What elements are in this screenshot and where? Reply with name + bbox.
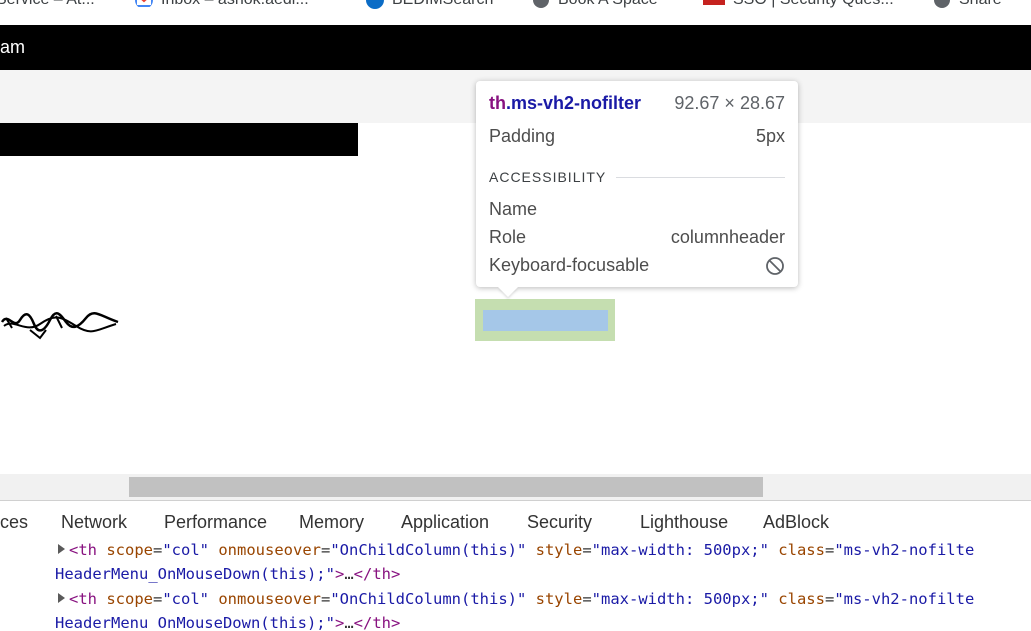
code-tag: <th: [69, 590, 97, 608]
dom-node-line[interactable]: <th scope="col" onmouseover="OnChildColu…: [58, 541, 974, 562]
red-logo-icon: [703, 0, 725, 5]
sharepoint-icon: [366, 0, 384, 9]
code-value: HeaderMenu_OnMouseDown(this);": [55, 614, 335, 631]
bookmark-item[interactable]: Inbox – ashok.aedi...: [135, 0, 309, 12]
section-divider: [616, 176, 785, 178]
tooltip-header: th.ms-vh2-nofilter 92.67 × 28.67: [489, 93, 785, 114]
accessibility-heading: ACCESSIBILITY: [489, 169, 607, 185]
not-allowed-icon: [766, 256, 784, 275]
bookmark-label: Inbox – ashok.aedi...: [161, 0, 309, 9]
code-attr: class: [768, 590, 825, 608]
dom-node-line-continuation: HeaderMenu_OnMouseDown(this);">…</th>: [55, 611, 400, 631]
code-value: "OnChildColumn(this)": [330, 541, 527, 559]
dom-node-line[interactable]: <th scope="col" onmouseover="OnChildColu…: [58, 587, 974, 611]
bookmark-item[interactable]: Service – At...: [0, 0, 95, 12]
code-eq: =: [582, 541, 592, 559]
element-class: .ms-vh2-nofilter: [506, 93, 642, 113]
code-ellipsis[interactable]: …: [344, 614, 353, 631]
element-highlight-content: [483, 310, 608, 331]
code-attr: style: [526, 541, 583, 559]
code-attr: onmouseover: [209, 590, 321, 608]
tab-performance[interactable]: Performance: [164, 512, 267, 533]
code-value: "ms-vh2-nofilte: [834, 541, 975, 559]
redacted-block: [0, 123, 358, 156]
code-attr: scope: [97, 541, 153, 559]
bookmark-item[interactable]: Share: [933, 0, 1002, 12]
expand-triangle-icon[interactable]: [58, 592, 65, 603]
bookmark-item[interactable]: Book A Space: [532, 0, 658, 12]
tab-adblock[interactable]: AdBlock: [763, 512, 829, 533]
devtools-tabbar: ces Network Performance Memory Applicati…: [0, 500, 1031, 542]
code-value: "OnChildColumn(this)": [330, 590, 527, 608]
tooltip-arrow: [498, 287, 518, 297]
code-tag: >: [334, 614, 345, 631]
keyboard-focusable-row: Keyboard-focusable: [489, 255, 785, 276]
keyboard-focusable-label: Keyboard-focusable: [489, 255, 650, 275]
element-selector: th.ms-vh2-nofilter: [489, 93, 641, 114]
code-attr: style: [526, 590, 583, 608]
dom-node-line-continuation: HeaderMenu_OnMouseDown(this);">…</th>: [55, 562, 400, 586]
app-title: am: [0, 37, 26, 57]
role-row: Role columnheader: [489, 227, 785, 248]
elements-tree: <th scope="col" onmouseover="OnChildColu…: [0, 541, 1031, 631]
name-row: Name: [489, 199, 785, 220]
expand-triangle-icon[interactable]: [58, 543, 65, 554]
code-eq: =: [153, 590, 163, 608]
code-eq: =: [321, 590, 331, 608]
horizontal-scrollbar[interactable]: [0, 474, 1031, 500]
role-label: Role: [489, 227, 527, 247]
tab-memory[interactable]: Memory: [299, 512, 364, 533]
role-value: columnheader: [670, 227, 785, 247]
code-attr: scope: [97, 590, 153, 608]
code-value: "max-width: 500px;": [591, 590, 769, 608]
code-eq: =: [582, 590, 592, 608]
globe-icon: [533, 0, 549, 8]
bookmark-label: SSO | Security Ques...: [733, 0, 894, 9]
bookmark-item[interactable]: SSO | Security Ques...: [703, 0, 894, 12]
code-attr: class: [768, 541, 825, 559]
bookmark-item[interactable]: BEDIMSearch: [366, 0, 493, 12]
code-tag: </th>: [353, 565, 401, 583]
inspect-tooltip: th.ms-vh2-nofilter 92.67 × 28.67 Padding…: [476, 81, 798, 287]
code-value: HeaderMenu_OnMouseDown(this);": [55, 565, 335, 583]
code-tag: </th>: [353, 614, 401, 631]
tab-security[interactable]: Security: [527, 512, 592, 533]
bookmark-label: Share: [959, 0, 1002, 9]
code-ellipsis[interactable]: …: [344, 565, 353, 583]
tab-network[interactable]: Network: [61, 512, 127, 533]
name-label: Name: [489, 199, 538, 219]
code-value: "col": [162, 541, 210, 559]
app-header: am: [0, 25, 1031, 70]
code-eq: =: [153, 541, 163, 559]
bookmark-label: Service – At...: [0, 0, 95, 9]
code-value: "ms-vh2-nofilte: [834, 590, 975, 608]
code-eq: =: [321, 541, 331, 559]
bookmark-label: BEDIMSearch: [392, 0, 493, 9]
padding-label: Padding: [489, 126, 556, 146]
accessibility-section: ACCESSIBILITY: [489, 169, 785, 185]
code-eq: =: [824, 590, 835, 608]
bookmarks-bar: Service – At... Inbox – ashok.aedi... BE…: [0, 0, 1031, 24]
padding-row: Padding 5px: [489, 126, 785, 147]
code-eq: =: [824, 541, 835, 559]
tab-sources[interactable]: ces: [0, 512, 28, 533]
code-value: "max-width: 500px;": [591, 541, 769, 559]
bookmark-label: Book A Space: [558, 0, 658, 9]
tab-lighthouse[interactable]: Lighthouse: [640, 512, 728, 533]
tab-application[interactable]: Application: [401, 512, 489, 533]
padding-value: 5px: [755, 126, 785, 146]
code-value: "col": [162, 590, 210, 608]
code-attr: onmouseover: [209, 541, 321, 559]
signature-scribble: [0, 312, 119, 340]
element-dimensions: 92.67 × 28.67: [674, 93, 785, 113]
code-tag: <th: [69, 541, 97, 559]
code-tag: >: [334, 565, 345, 583]
gmail-icon: [135, 0, 153, 7]
globe-icon: [934, 0, 950, 8]
scrollbar-thumb[interactable]: [129, 477, 763, 497]
element-tag: th: [489, 93, 506, 113]
